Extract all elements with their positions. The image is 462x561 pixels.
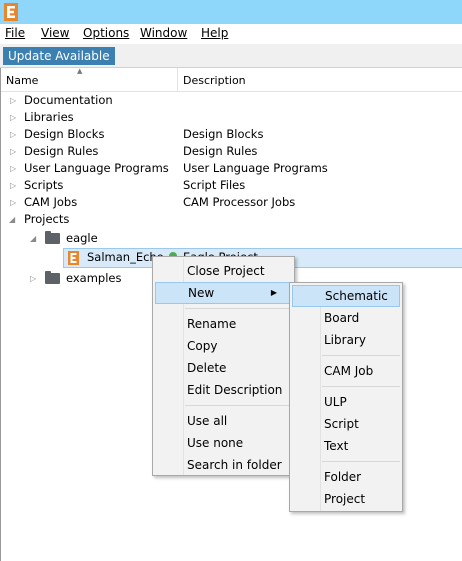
eagle-logo-icon (4, 3, 18, 21)
submenu-item-board[interactable]: Board (292, 307, 400, 329)
menu-item-use-none[interactable]: Use none (155, 432, 292, 454)
submenu-arrow-icon: ▶ (270, 288, 277, 297)
expand-arrow-icon[interactable]: ▷ (10, 143, 16, 160)
sort-up-icon[interactable]: ▲ (77, 67, 82, 75)
collapse-arrow-icon[interactable]: ◢ (9, 211, 15, 228)
menu-separator (322, 355, 400, 356)
folder-icon (45, 271, 60, 284)
expand-arrow-icon[interactable]: ▷ (10, 160, 16, 177)
tree-row-eagle[interactable]: ◢ eagle (1, 230, 462, 247)
submenu-item-text[interactable]: Text (292, 435, 400, 457)
expand-arrow-icon[interactable]: ▷ (10, 177, 16, 194)
menu-help[interactable]: Help (201, 26, 228, 40)
menu-separator (322, 386, 400, 387)
menu-separator (185, 308, 291, 309)
submenu-item-ulp[interactable]: ULP (292, 391, 400, 413)
folder-open-icon (45, 231, 60, 244)
update-available-button[interactable]: Update Available (3, 47, 115, 65)
menu-view[interactable]: View (41, 26, 69, 40)
tree-row-design-blocks[interactable]: ▷ Design Blocks Design Blocks (1, 126, 462, 143)
tree-row-libraries[interactable]: ▷ Libraries (1, 109, 462, 126)
tree-row-projects[interactable]: ◢ Projects (1, 211, 462, 228)
menu-item-delete[interactable]: Delete (155, 357, 292, 379)
tree-row-documentation[interactable]: ▷ Documentation (1, 92, 462, 109)
submenu-item-cam-job[interactable]: CAM Job (292, 360, 400, 382)
menu-item-copy[interactable]: Copy (155, 335, 292, 357)
submenu-item-script[interactable]: Script (292, 413, 400, 435)
column-separator[interactable] (177, 68, 178, 92)
menu-options[interactable]: Options (83, 26, 129, 40)
new-submenu: Schematic Board Library CAM Job ULP Scri… (289, 282, 403, 512)
menu-item-new[interactable]: New ▶ (155, 282, 292, 304)
tree-row-cam-jobs[interactable]: ▷ CAM Jobs CAM Processor Jobs (1, 194, 462, 211)
menu-window[interactable]: Window (140, 26, 187, 40)
menu-item-use-all[interactable]: Use all (155, 410, 292, 432)
expand-arrow-icon[interactable]: ▷ (10, 126, 16, 143)
expand-arrow-icon[interactable]: ▷ (10, 194, 16, 211)
menu-separator (185, 405, 291, 406)
expand-arrow-icon[interactable]: ▷ (30, 270, 36, 287)
tree-row-user-language-programs[interactable]: ▷ User Language Programs User Language P… (1, 160, 462, 177)
collapse-arrow-icon[interactable]: ◢ (30, 230, 36, 247)
update-bar: Update Available (0, 44, 462, 68)
menu-file[interactable]: File (5, 26, 25, 40)
eagle-project-icon (68, 251, 79, 265)
submenu-item-folder[interactable]: Folder (292, 466, 400, 488)
menu-item-edit-description[interactable]: Edit Description (155, 379, 292, 401)
submenu-item-project[interactable]: Project (292, 488, 400, 510)
menu-item-rename[interactable]: Rename (155, 313, 292, 335)
expand-arrow-icon[interactable]: ▷ (10, 92, 16, 109)
tree-row-scripts[interactable]: ▷ Scripts Script Files (1, 177, 462, 194)
submenu-item-library[interactable]: Library (292, 329, 400, 351)
menu-item-search-in-folder[interactable]: Search in folder (155, 454, 292, 476)
column-name-header[interactable]: Name (6, 74, 38, 87)
title-bar (0, 0, 462, 24)
submenu-item-schematic[interactable]: Schematic (292, 285, 400, 307)
expand-arrow-icon[interactable]: ▷ (10, 109, 16, 126)
menu-item-close-project[interactable]: Close Project (155, 260, 292, 282)
tree-row-design-rules[interactable]: ▷ Design Rules Design Rules (1, 143, 462, 160)
tree-header: ▲ Name Description (1, 67, 462, 92)
column-description-header[interactable]: Description (183, 74, 246, 87)
menu-separator (322, 461, 400, 462)
menu-bar: File View Options Window Help (0, 24, 462, 44)
context-menu: Close Project New ▶ Rename Copy Delete Ed… (152, 256, 295, 476)
